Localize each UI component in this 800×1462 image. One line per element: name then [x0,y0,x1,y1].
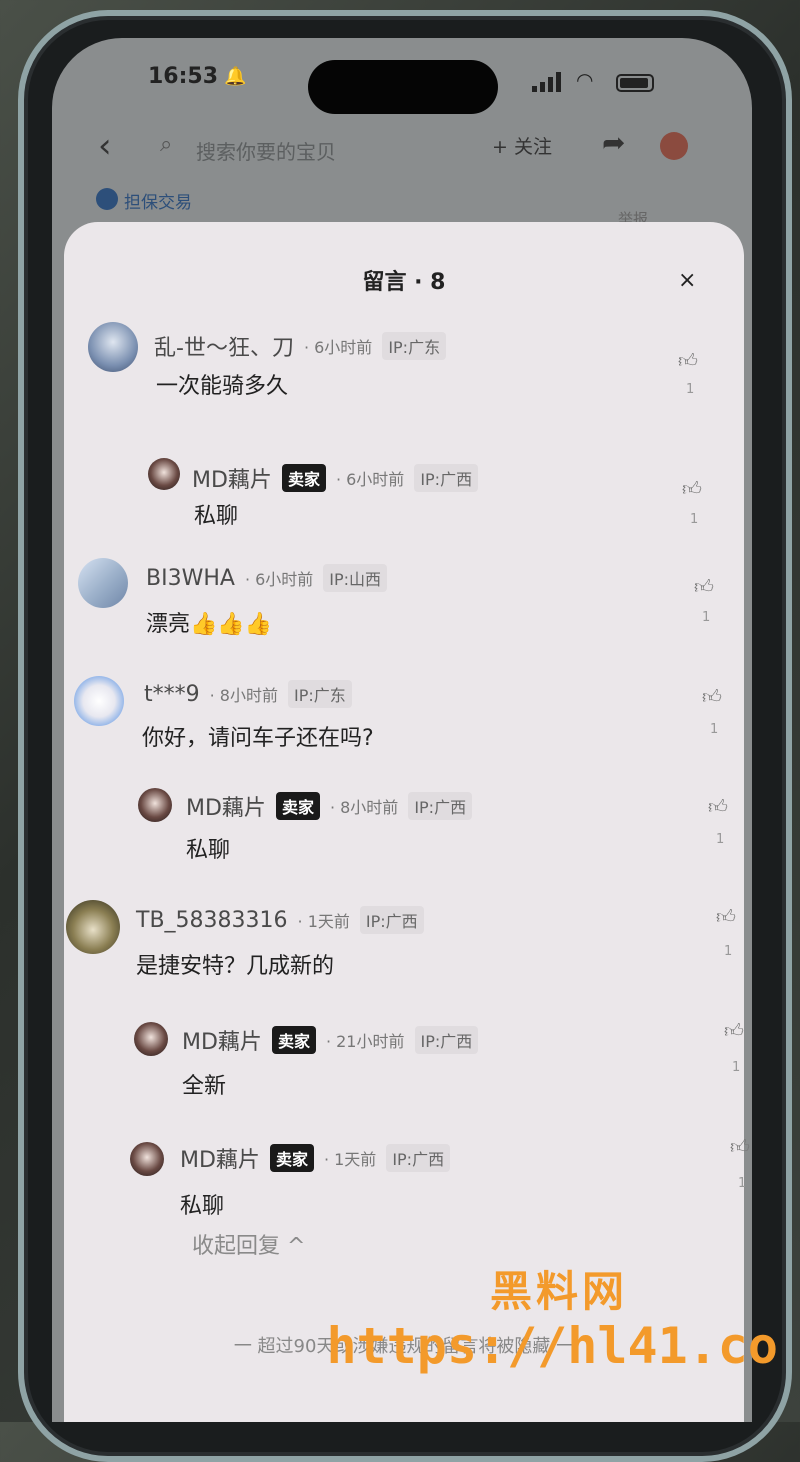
close-icon[interactable]: × [678,268,696,293]
like-count: 1 [686,382,695,397]
avatar[interactable] [148,458,180,490]
like-count: 1 [716,832,725,847]
comment-time: · 6小时前 [244,570,314,589]
comment-time: · 1天前 [297,912,350,931]
search-icon: ⌕ [160,132,173,157]
comment-text: 全新 [182,1074,227,1099]
dynamic-island [308,60,498,114]
comment-ip: IP:广东 [382,332,447,360]
comment-time: · 6小时前 [335,470,405,489]
collapse-replies-button[interactable]: 收起回复 ^ [192,1228,305,1260]
comment-header: MD藕片 卖家 · 1天前 IP:广西 [180,1142,451,1174]
comment-time: · 6小时前 [303,338,373,357]
avatar[interactable] [74,676,124,726]
avatar[interactable] [130,1142,164,1176]
status-time: 16:53 [148,64,219,89]
comment-text: 你好，请问车子还在吗? [142,726,374,751]
avatar[interactable] [138,788,172,822]
comment-header: BI3WHA · 6小时前 IP:山西 [146,564,388,592]
comment-time: · 8小时前 [329,798,399,817]
comment-header: MD藕片 卖家 · 6小时前 IP:广西 [192,462,479,494]
comment-ip: IP:广西 [408,792,473,820]
like-count: 1 [702,610,711,625]
search-input[interactable]: ⌕ 搜索你要的宝贝 [144,126,394,166]
bell-icon: 🔔 [224,66,247,87]
comment-header: TB_58383316 · 1天前 IP:广西 [136,906,424,934]
comment-text: 漂亮👍👍👍 [146,612,273,637]
like-count: 1 [738,1176,747,1191]
watermark-title: 黑料网 [489,1267,628,1316]
comment-author[interactable]: t***9 [144,682,200,707]
seller-badge: 卖家 [275,792,320,820]
comment-header: 乱-世～狂、刀 · 6小时前 IP:广东 [154,330,447,362]
search-placeholder: 搜索你要的宝贝 [196,140,336,164]
comment-ip: IP:广西 [414,1026,479,1054]
comment-time: · 1天前 [323,1150,377,1169]
thumb-up-icon[interactable]: 👍︎ [678,350,698,373]
chevron-left-icon[interactable]: ‹ [98,126,112,166]
like-count: 1 [724,944,733,959]
screen: 16:53 🔔 ◠ ‹ ⌕ 搜索你要的宝贝 + 关注 ➦ 担保交易 举报 留言 … [52,38,752,1422]
signal-icon [532,72,561,92]
comments-sheet: 留言 · 8 × 乱-世～狂、刀 · 6小时前 IP:广东 一次能骑多久 👍︎ … [64,222,750,1422]
status-bar: 16:53 🔔 ◠ [52,38,752,118]
avatar[interactable] [66,900,120,954]
comment-header: MD藕片 卖家 · 21小时前 IP:广西 [182,1024,479,1056]
comment-author[interactable]: MD藕片 [180,1142,260,1174]
seller-badge: 卖家 [269,1144,314,1172]
thumb-up-icon[interactable]: 👍︎ [724,1020,744,1043]
comment-author[interactable]: MD藕片 [186,790,266,822]
comment-author[interactable]: BI3WHA [146,566,235,591]
avatar[interactable] [78,558,128,608]
comment-author[interactable]: 乱-世～狂、刀 [154,330,294,362]
avatar[interactable] [660,132,688,160]
like-count: 1 [710,722,719,737]
seller-badge: 卖家 [271,1026,316,1054]
comment-author[interactable]: TB_58383316 [136,908,288,933]
shield-icon [96,188,118,210]
watermark-url: https://hl41.co [326,1317,778,1375]
wifi-icon: ◠ [576,68,594,92]
comment-time: · 21小时前 [325,1032,405,1051]
thumb-up-icon[interactable]: 👍︎ [682,478,702,501]
comment-text: 是捷安特？几成新的 [136,954,335,979]
comment-text: 私聊 [186,838,231,863]
comment-ip: IP:山西 [323,564,388,592]
comment-ip: IP:广西 [414,464,479,492]
thumb-up-icon[interactable]: 👍︎ [694,576,714,599]
comment-text: 一次能骑多久 [156,374,289,399]
comment-text: 私聊 [194,504,239,529]
comment-ip: IP:广西 [359,906,424,934]
comment-time: · 8小时前 [209,686,278,705]
battery-icon [616,74,654,92]
avatar[interactable] [134,1022,168,1056]
comment-header: MD藕片 卖家 · 8小时前 IP:广西 [186,790,473,822]
watermark: 黑料网 https://hl41.co [326,1258,778,1374]
guarantee-label: 担保交易 [124,193,192,213]
comment-header: t***9 · 8小时前 IP:广东 [144,680,352,708]
follow-button[interactable]: + 关注 [492,132,552,159]
nav-bar: ‹ ⌕ 搜索你要的宝贝 + 关注 ➦ [52,120,752,180]
comment-author[interactable]: MD藕片 [192,462,272,494]
comment-author[interactable]: MD藕片 [182,1024,262,1056]
thumb-up-icon[interactable]: 👍︎ [702,686,722,709]
sub-bar: 担保交易 举报 [52,184,752,228]
thumb-up-icon[interactable]: 👍︎ [708,796,728,819]
thumb-up-icon[interactable]: 👍︎ [730,1136,750,1159]
sheet-title: 留言 · 8 [362,270,446,295]
comment-ip: IP:广东 [287,680,352,708]
seller-badge: 卖家 [281,464,326,492]
thumb-up-icon[interactable]: 👍︎ [716,906,736,929]
comment-text: 私聊 [180,1194,225,1219]
like-count: 1 [732,1060,741,1075]
comment-ip: IP:广西 [386,1144,451,1172]
share-icon[interactable]: ➦ [602,126,625,159]
avatar[interactable] [88,322,138,372]
like-count: 1 [690,512,699,527]
